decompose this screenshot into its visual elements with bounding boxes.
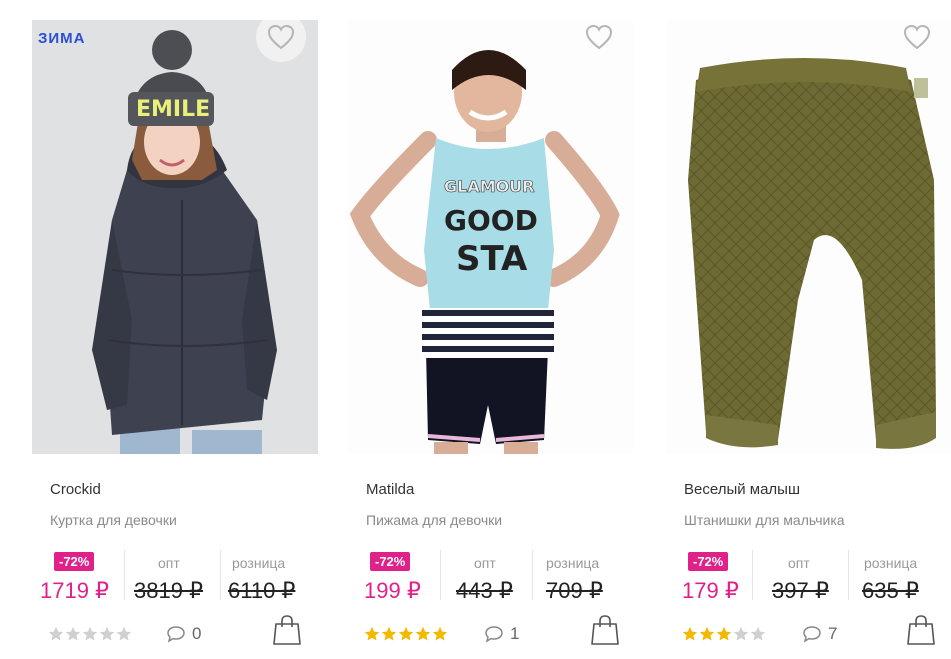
- discount-badge: -72%: [370, 552, 411, 571]
- favorite-button[interactable]: [256, 12, 306, 62]
- add-to-cart-button[interactable]: [906, 614, 936, 646]
- product-type[interactable]: Штанишки для мальчика: [684, 512, 845, 528]
- add-to-cart-button[interactable]: [272, 614, 302, 646]
- star-icon: [682, 626, 698, 641]
- product-brand[interactable]: Веселый малыш: [684, 481, 800, 498]
- star-icon: [733, 626, 749, 641]
- heart-icon: [267, 24, 295, 50]
- retail-price: 6110 ₽: [228, 578, 296, 603]
- price-divider: [752, 550, 753, 600]
- heart-icon: [585, 24, 613, 50]
- girl-in-winter-jacket-illustration: EMILE: [32, 20, 318, 454]
- star-icon: [364, 626, 380, 641]
- heart-icon: [903, 24, 931, 50]
- comment-bubble-icon: [485, 626, 503, 643]
- sale-price: 1719 ₽: [40, 578, 110, 603]
- price-divider: [848, 550, 849, 600]
- product-card[interactable]: GLAMOUR GOOD STA Matilda Пижама для дево…: [348, 0, 648, 659]
- comment-bubble-icon: [167, 626, 185, 643]
- svg-text:STA: STA: [456, 239, 528, 279]
- product-image[interactable]: [666, 20, 951, 454]
- star-icon: [65, 626, 81, 641]
- retail-label: розница: [864, 555, 918, 571]
- star-icon: [415, 626, 431, 641]
- retail-label: розница: [232, 555, 286, 571]
- comments-count[interactable]: 1: [484, 624, 519, 644]
- opt-price: 397 ₽: [772, 578, 829, 603]
- rating-stars: [48, 626, 132, 642]
- discount-badge: -72%: [688, 552, 729, 571]
- price-divider: [440, 550, 441, 600]
- star-icon: [82, 626, 98, 641]
- girl-in-pajamas-illustration: GLAMOUR GOOD STA: [348, 20, 634, 454]
- star-icon: [432, 626, 448, 641]
- star-icon: [381, 626, 397, 641]
- retail-price: 709 ₽: [546, 578, 603, 603]
- shopping-bag-icon: [591, 615, 619, 645]
- product-card[interactable]: Веселый малыш Штанишки для мальчика -72%…: [666, 0, 951, 659]
- svg-text:GLAMOUR: GLAMOUR: [444, 177, 535, 196]
- sale-price: 199 ₽: [364, 578, 421, 603]
- opt-price: 3819 ₽: [134, 578, 204, 603]
- quilted-pants-illustration: [666, 20, 951, 454]
- price-divider: [532, 550, 533, 600]
- comment-bubble-icon: [803, 626, 821, 643]
- product-brand[interactable]: Crockid: [50, 481, 101, 498]
- comments-count-value: 0: [192, 624, 202, 643]
- comments-count-value: 7: [828, 624, 838, 643]
- product-type[interactable]: Пижама для девочки: [366, 512, 502, 528]
- opt-label: опт: [474, 555, 496, 571]
- opt-label: опт: [158, 555, 180, 571]
- comments-count[interactable]: 7: [802, 624, 837, 644]
- sale-price: 179 ₽: [682, 578, 739, 603]
- price-divider: [220, 550, 221, 600]
- star-icon: [99, 626, 115, 641]
- rating-stars: [682, 626, 766, 642]
- shopping-bag-icon: [273, 615, 301, 645]
- svg-text:EMILE: EMILE: [136, 97, 210, 122]
- star-icon: [699, 626, 715, 641]
- retail-price: 635 ₽: [862, 578, 919, 603]
- star-icon: [48, 626, 64, 641]
- opt-price: 443 ₽: [456, 578, 513, 603]
- season-badge: ЗИМА: [38, 30, 86, 47]
- star-icon: [116, 626, 132, 641]
- price-divider: [124, 550, 125, 600]
- product-image[interactable]: GLAMOUR GOOD STA: [348, 20, 634, 454]
- shopping-bag-icon: [907, 615, 935, 645]
- retail-label: розница: [546, 555, 600, 571]
- comments-count[interactable]: 0: [166, 624, 201, 644]
- product-brand[interactable]: Matilda: [366, 481, 414, 498]
- comments-count-value: 1: [510, 624, 520, 643]
- star-icon: [750, 626, 766, 641]
- svg-text:GOOD: GOOD: [444, 204, 538, 237]
- product-type[interactable]: Куртка для девочки: [50, 512, 177, 528]
- discount-badge: -72%: [54, 552, 95, 571]
- add-to-cart-button[interactable]: [590, 614, 620, 646]
- product-image[interactable]: EMILE ЗИМА: [32, 20, 318, 454]
- star-icon: [716, 626, 732, 641]
- opt-label: опт: [788, 555, 810, 571]
- star-icon: [398, 626, 414, 641]
- favorite-button[interactable]: [892, 12, 942, 62]
- product-card[interactable]: EMILE ЗИМА Crockid Куртка для девочки -7…: [32, 0, 332, 659]
- favorite-button[interactable]: [574, 12, 624, 62]
- rating-stars: [364, 626, 448, 642]
